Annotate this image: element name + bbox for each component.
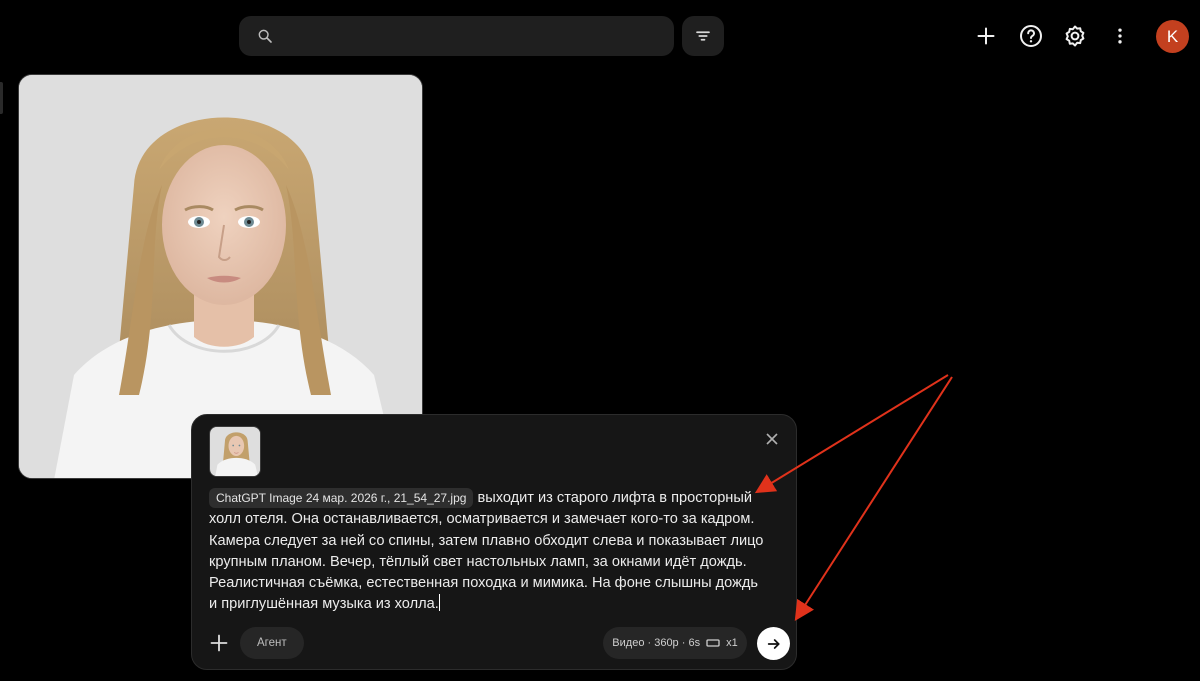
settings-icon: [1065, 25, 1085, 47]
arrow-right-icon: [767, 638, 780, 649]
generation-settings-button[interactable]: Видео · 360p · 6s x1: [603, 627, 747, 659]
agent-button[interactable]: Агент: [240, 627, 304, 659]
search-bar[interactable]: [239, 16, 674, 56]
aspect-ratio-icon: [706, 639, 720, 647]
attachment-thumbnail[interactable]: [209, 426, 261, 477]
close-button[interactable]: [762, 429, 782, 449]
search-input[interactable]: [283, 28, 663, 44]
multiplier-label: x1: [726, 637, 738, 649]
side-panel-handle[interactable]: [0, 82, 3, 114]
text-caret: [438, 594, 440, 612]
more-vert-icon: [1118, 28, 1122, 44]
add-attachment-button[interactable]: [206, 630, 232, 656]
attachment-chip[interactable]: ChatGPT Image 24 мар. 2026 г., 21_54_27.…: [209, 488, 474, 508]
agent-label: Агент: [257, 637, 287, 649]
help-button[interactable]: [1015, 20, 1047, 52]
prompt-toolbar: Агент Видео · 360p · 6s x1: [192, 627, 796, 660]
send-button[interactable]: [757, 627, 790, 660]
help-icon: [1020, 25, 1042, 47]
search-icon: [258, 29, 272, 43]
filter-button[interactable]: [682, 16, 724, 56]
prompt-panel: ChatGPT Image 24 мар. 2026 г., 21_54_27.…: [191, 414, 797, 670]
new-button[interactable]: [970, 20, 1002, 52]
close-icon: [766, 433, 778, 445]
annotation-arrow-bottom: [794, 376, 953, 622]
more-button[interactable]: [1104, 20, 1136, 52]
plus-icon: [977, 27, 995, 45]
settings-label: Видео · 360p · 6s: [612, 637, 701, 649]
prompt-text: выходит из старого лифта в просторный хо…: [209, 490, 764, 613]
avatar[interactable]: K: [1156, 20, 1189, 53]
attachment-image: [210, 427, 260, 476]
prompt-textarea[interactable]: ChatGPT Image 24 мар. 2026 г., 21_54_27.…: [209, 488, 769, 616]
settings-button[interactable]: [1059, 20, 1091, 52]
plus-icon: [210, 634, 228, 652]
filter-icon: [696, 31, 710, 41]
